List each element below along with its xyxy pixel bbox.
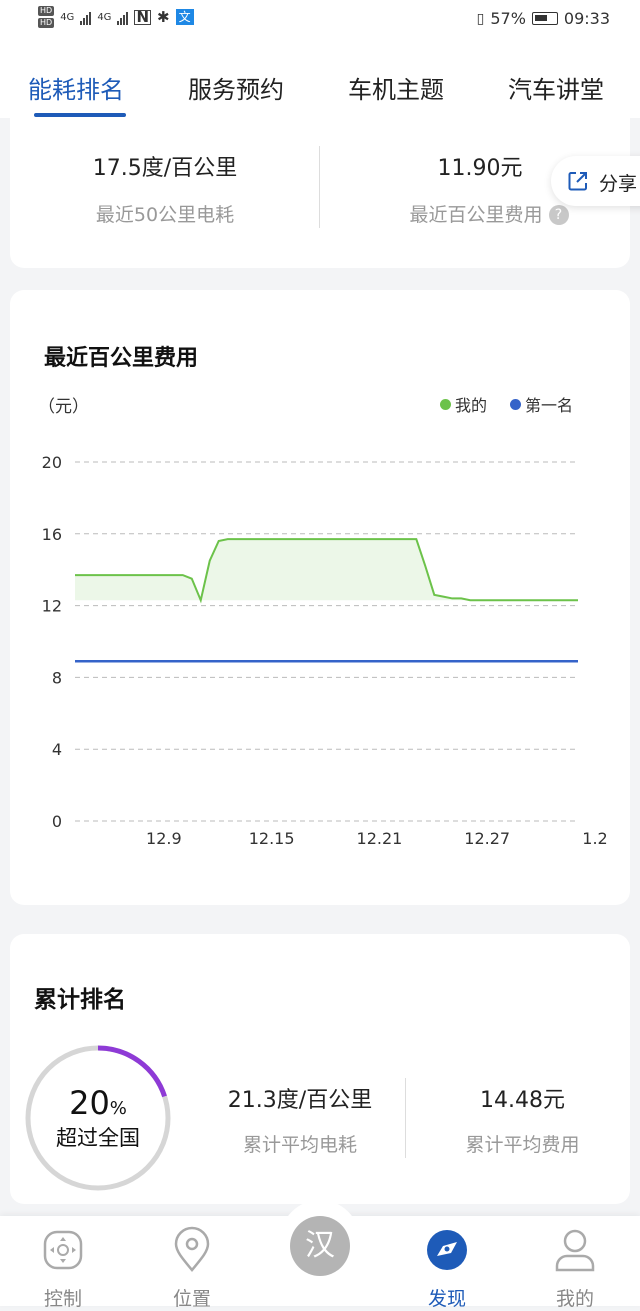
nav-han-home[interactable]: 汉 xyxy=(280,1200,360,1280)
divider xyxy=(319,146,320,228)
nav-location-label: 位置 xyxy=(172,1288,211,1310)
y-tick-label: 20 xyxy=(42,453,62,472)
rank-percent-number: 20 xyxy=(69,1084,110,1122)
status-left: HD HD 4G 4G N ✱ 文 xyxy=(38,6,194,28)
recent-consumption-value: 17.5度/百公里 xyxy=(92,156,238,181)
x-tick-label: 12.15 xyxy=(249,829,295,848)
battery-icon xyxy=(531,12,558,25)
network-label-2: 4G xyxy=(97,11,112,23)
x-tick-label: 12.27 xyxy=(464,829,510,848)
y-tick-label: 4 xyxy=(52,740,62,759)
cost-line-chart: 0 4 8 12 16 20 12.9 12.15 12.21 12.27 1.2 xyxy=(42,453,608,848)
cumulative-rank-card: 累计排名 20% 超过全国 21.3度/百公里 累计平均电耗 14.48元 累计… xyxy=(10,934,630,1204)
top-tabs: 能耗排名 服务预约 车机主题 汽车讲堂 xyxy=(0,40,640,118)
profile-icon xyxy=(555,1229,595,1272)
active-tab-indicator xyxy=(34,113,126,117)
recent-consumption-label: 最近50公里电耗 xyxy=(95,204,235,226)
nav-location[interactable]: 位置 xyxy=(152,1226,232,1310)
status-bar: HD HD 4G 4G N ✱ 文 ▯ 57% 09:33 xyxy=(0,0,640,40)
avg-cost-value: 14.48元 xyxy=(480,1088,565,1113)
signal-icon xyxy=(80,9,92,25)
battery-percent: 57% xyxy=(490,9,526,28)
control-icon xyxy=(43,1230,83,1270)
share-icon xyxy=(568,172,587,191)
recent-summary-card: 17.5度/百公里 最近50公里电耗 11.90元 最近百公里费用? xyxy=(10,118,630,268)
share-button[interactable]: 分享 xyxy=(551,156,640,206)
cumulative-rank-title: 累计排名 xyxy=(34,987,126,1013)
bluetooth-icon: ✱ xyxy=(157,8,170,26)
rank-exceed-label: 超过全国 xyxy=(56,1126,140,1150)
x-tick-label: 1.2 xyxy=(582,829,607,848)
vibrate-icon: ▯ xyxy=(476,10,485,27)
recent-cost-label: 最近百公里费用 xyxy=(409,204,543,226)
nav-control-label: 控制 xyxy=(43,1288,82,1310)
rank-percent: 20% xyxy=(24,1084,172,1122)
y-tick-label: 8 xyxy=(52,668,62,687)
nav-control[interactable]: 控制 xyxy=(23,1226,103,1310)
discover-icon xyxy=(427,1230,467,1270)
han-logo-icon: 汉 xyxy=(290,1216,350,1276)
rank-percent-sign: % xyxy=(109,1098,127,1119)
location-icon xyxy=(174,1226,210,1272)
nfc-icon: N xyxy=(134,7,151,26)
x-tick-label: 12.9 xyxy=(146,829,182,848)
status-right: ▯ 57% 09:33 xyxy=(477,9,610,28)
tab-head-unit-theme[interactable]: 车机主题 xyxy=(348,70,444,105)
nav-discover-label: 发现 xyxy=(427,1288,466,1310)
y-tick-label: 16 xyxy=(42,525,62,544)
help-icon[interactable]: ? xyxy=(548,205,569,225)
y-tick-label: 12 xyxy=(42,597,62,616)
network-label: 4G xyxy=(60,11,75,23)
nav-profile[interactable]: 我的 xyxy=(535,1226,615,1310)
nav-profile-label: 我的 xyxy=(555,1288,594,1310)
avg-consumption-value: 21.3度/百公里 xyxy=(227,1088,373,1113)
translate-icon: 文 xyxy=(175,9,194,25)
avg-cost-label: 累计平均费用 xyxy=(465,1134,580,1156)
avg-consumption-label: 累计平均电耗 xyxy=(242,1134,357,1156)
nav-discover[interactable]: 发现 xyxy=(407,1226,487,1310)
series-mine-area xyxy=(75,539,578,601)
y-tick-label: 0 xyxy=(52,812,62,831)
tab-car-class[interactable]: 汽车讲堂 xyxy=(508,70,604,105)
share-label: 分享 xyxy=(599,173,638,195)
recent-cost-chart-card: 最近百公里费用 （元） 我的 第一名 0 4 8 12 16 20 12.9 12.15 12.… xyxy=(10,290,630,905)
tab-energy-ranking[interactable]: 能耗排名 xyxy=(28,70,124,105)
x-tick-label: 12.21 xyxy=(357,829,403,848)
signal-icon-2 xyxy=(117,9,129,25)
clock: 09:33 xyxy=(563,9,610,28)
divider xyxy=(405,1078,406,1158)
hd-icon: HD HD xyxy=(38,6,55,28)
tab-service-booking[interactable]: 服务预约 xyxy=(188,70,284,105)
